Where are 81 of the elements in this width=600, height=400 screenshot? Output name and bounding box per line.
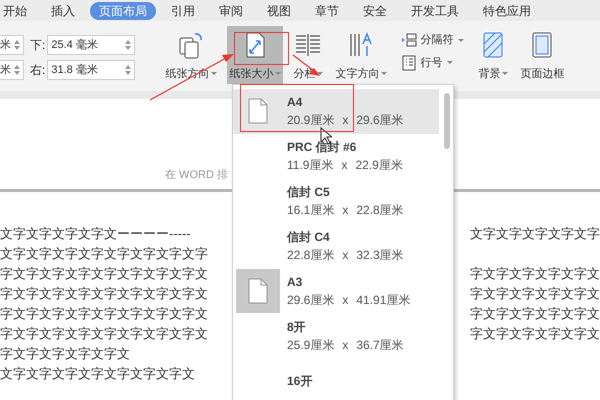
spin-arrows-icon (14, 40, 20, 50)
document-text: 字文字文字文字文字文 (470, 265, 600, 283)
times-sign: x (342, 292, 348, 309)
paper-height: 32.3厘米 (356, 247, 404, 264)
ribbon-button[interactable]: 分隔符 (401, 32, 464, 48)
margin-field[interactable]: 25.4 毫米 (47, 35, 136, 55)
times-sign: x (342, 247, 348, 264)
paper-size-item[interactable]: 8开 25.9厘米 x 36.7厘米 (233, 313, 439, 358)
paper-width: 20.9厘米 (287, 112, 334, 130)
paper-name: 8开 (287, 318, 307, 336)
ribbon-tab[interactable]: 插入 (42, 2, 84, 20)
ribbon-tab[interactable]: 视图 (258, 2, 300, 20)
paper-name: PRC 信封 #6 (287, 139, 358, 156)
ribbon-tab[interactable]: 安全 (354, 2, 396, 20)
scrollbar-thumb (444, 93, 450, 149)
document-text: 字文字文字文字文字文字文字文字文 (0, 305, 208, 323)
document-text: 字文字文字文字文字文 (0, 345, 130, 363)
ribbon-button[interactable]: 纸张大小 (227, 26, 284, 84)
ribbon-button[interactable]: 页面边框 (518, 26, 566, 84)
paper-size-item[interactable]: 信封 C5 16.1厘米 x 22.8厘米 (233, 178, 439, 224)
margin-field[interactable]: 米 (0, 60, 24, 80)
paper-height: 22.9厘米 (355, 157, 403, 174)
document-text: 文字文字文字文字文字文字文字文字 (0, 245, 208, 263)
document-text: 字文字文字文字文字文 (470, 305, 600, 323)
annotation-arrow (292, 54, 322, 78)
paper-name: 16开 (287, 372, 312, 390)
document-text: 文字文字文字文字文字 (470, 225, 600, 243)
ribbon-button[interactable]: 纸张方向 (163, 26, 220, 84)
document-text: 文字文字文字文字文ーーーー----- (0, 225, 191, 243)
times-sign: x (342, 202, 348, 220)
paper-name: 信封 C5 (287, 184, 331, 202)
spin-arrows-icon (125, 65, 132, 75)
caret-icon (458, 38, 464, 42)
paper-height: 29.6厘米 (356, 112, 404, 130)
ribbon-tab[interactable]: 审阅 (210, 2, 252, 20)
ribbon-tab[interactable]: 特色应用 (474, 2, 540, 20)
ribbon-tab[interactable]: 开发工具 (402, 2, 468, 20)
margin-field[interactable]: 31.8 毫米 (47, 60, 136, 80)
paper-height: 41.91厘米 (356, 292, 410, 309)
paper-width: 25.9厘米 (287, 336, 334, 354)
paper-icon (248, 278, 268, 304)
ribbon-tab[interactable]: 引用 (162, 2, 204, 20)
paper-height: 22.8厘米 (356, 202, 404, 220)
times-sign: x (342, 112, 348, 130)
paper-size-item[interactable]: A4 20.9厘米 x 29.6厘米 (233, 89, 439, 134)
header-text: 在 WORD 排 (165, 168, 228, 182)
spin-arrows-icon (125, 40, 132, 50)
paper-name: 信封 C4 (287, 229, 331, 246)
document-text: 文字文字文字文字文字文字文字文 (0, 365, 195, 383)
paper-width: 11.9厘米 (287, 157, 334, 174)
paper-icon (248, 98, 268, 124)
paper-name: A3 (287, 274, 304, 291)
paper-size-item[interactable]: A3 29.6厘米 x 41.91厘米 (233, 268, 439, 314)
paper-name: A4 (287, 94, 304, 112)
document-text: 字文字文字文字文字文 (470, 325, 600, 343)
paper-size-item[interactable]: 信封 C4 22.8厘米 x 32.3厘米 (233, 224, 439, 268)
spin-arrows-icon (14, 65, 20, 75)
ribbon-button[interactable]: 背景 (476, 26, 510, 84)
paper-width: 16.1厘米 (287, 202, 334, 220)
margin-field[interactable]: 米 (0, 35, 24, 55)
margin-label: 右: (30, 62, 46, 79)
margin-label: 下: (30, 37, 46, 54)
times-sign: x (341, 157, 348, 174)
annotation-box (234, 32, 289, 65)
paper-size-item[interactable]: PRC 信封 #6 11.9厘米 x 22.9厘米 (233, 134, 439, 179)
times-sign: x (342, 336, 348, 354)
document-text: 字文字文字文字文字文 (470, 285, 600, 303)
ribbon-tab[interactable]: 开始 (0, 2, 36, 20)
document-text: 字文字文字文字文字文字文字文字文 (0, 325, 208, 343)
document-text: 字文字文字文字文字文字文字文字文 (0, 285, 208, 303)
paper-height: 36.7厘米 (356, 336, 404, 354)
ribbon-button[interactable]: 行号 (401, 54, 464, 71)
paper-size-item[interactable]: 16开 (233, 358, 439, 400)
ribbon-button[interactable]: 文字方向 (333, 26, 390, 84)
paper-width: 22.8厘米 (287, 247, 334, 264)
ribbon-tab[interactable]: 章节 (306, 2, 348, 20)
line-numbers-icon (401, 54, 418, 71)
page-break-icon (401, 33, 418, 48)
caret-icon (447, 61, 454, 64)
paper-width: 29.6厘米 (287, 292, 334, 309)
document-text: 字文字文字文字文字文字文字文字文 (0, 265, 208, 283)
